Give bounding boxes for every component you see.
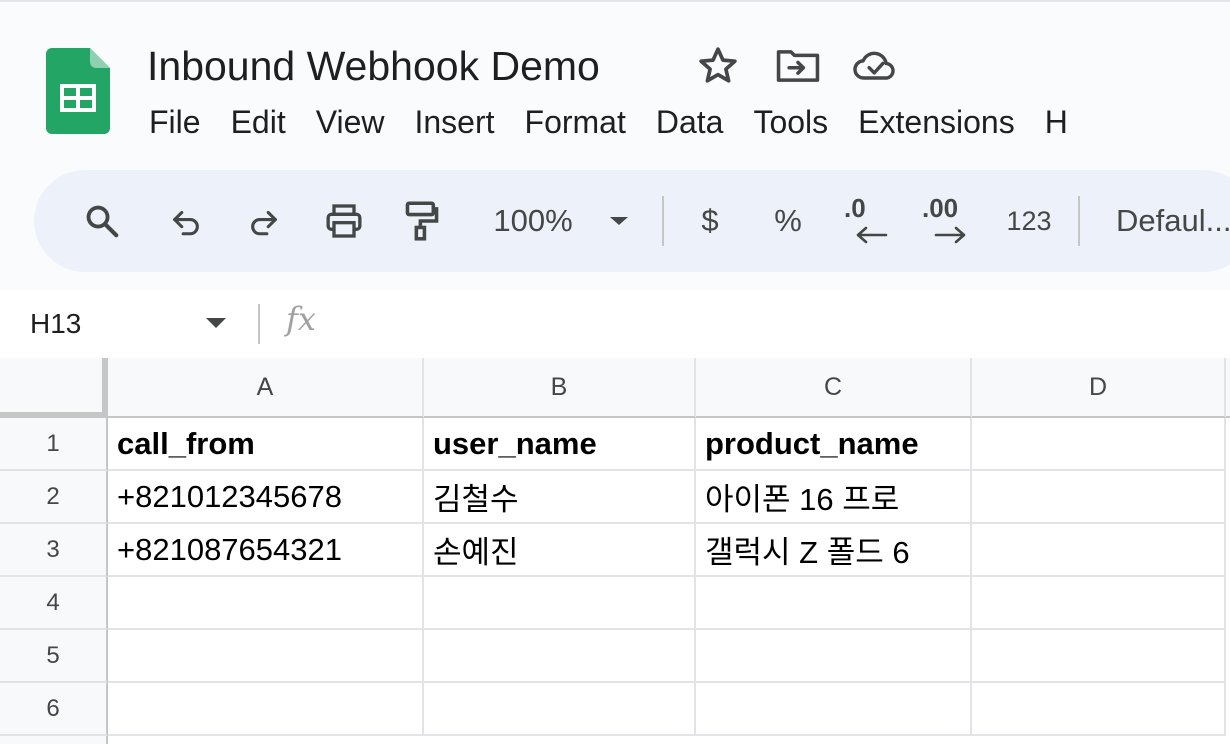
cell-d5[interactable] [972,630,1226,683]
row-header-1[interactable]: 1 [0,418,108,471]
arrow-right-icon [934,226,966,244]
menu-extensions[interactable]: Extensions [843,98,1030,146]
row-header-5[interactable]: 5 [0,630,108,683]
cell-d2[interactable] [972,471,1226,524]
currency-format-button[interactable]: $ [690,170,730,272]
cell-d4[interactable] [972,577,1226,630]
toolbar-divider [662,196,664,246]
formula-bar: H13 fx [0,290,1230,358]
cloud-saved-icon[interactable] [852,42,900,90]
cell-c5[interactable] [696,630,972,683]
menu-bar: File Edit View Insert Format Data Tools … [134,98,1083,146]
decrease-decimal-button[interactable]: .0 [840,170,892,272]
cell-a4[interactable] [108,577,424,630]
search-menus-icon[interactable] [78,170,126,272]
increase-decimal-button[interactable]: .00 [920,170,976,272]
menu-help[interactable]: H [1030,98,1083,146]
paint-format-icon[interactable] [398,170,446,272]
row-header-4[interactable]: 4 [0,577,108,630]
column-header-b[interactable]: B [424,358,696,418]
row-header-2[interactable]: 2 [0,471,108,524]
cell-b1[interactable]: user_name [424,418,696,471]
cell-c3[interactable]: 갤럭시 Z 폴드 6 [696,524,972,577]
select-all-corner[interactable] [0,358,108,418]
fx-icon: fx [286,300,316,338]
star-icon[interactable] [694,42,742,90]
cell-a6[interactable] [108,683,424,736]
cell-a1[interactable]: call_from [108,418,424,471]
undo-icon[interactable] [162,170,210,272]
cell-b2[interactable]: 김철수 [424,471,696,524]
zoom-select[interactable]: 100% [478,170,588,272]
app-header: Inbound Webhook Demo File Edit View Inse… [0,0,1230,290]
formula-divider [258,304,260,344]
cell-c1[interactable]: product_name [696,418,972,471]
move-to-folder-icon[interactable] [774,42,822,90]
menu-view[interactable]: View [301,98,400,146]
row-header-7[interactable] [0,736,108,744]
name-box-dropdown-icon[interactable] [204,316,228,335]
percent-format-button[interactable]: % [766,170,810,272]
spreadsheet-grid: A B C D 1 2 3 4 5 6 call_from user_name … [0,358,1230,744]
cell-d6[interactable] [972,683,1226,736]
cell-d1[interactable] [972,418,1226,471]
redo-icon[interactable] [240,170,288,272]
arrow-left-icon [856,226,888,244]
menu-edit[interactable]: Edit [216,98,301,146]
row-header-6[interactable]: 6 [0,683,108,736]
menu-tools[interactable]: Tools [738,98,843,146]
column-header-c[interactable]: C [696,358,972,418]
menu-file[interactable]: File [134,98,216,146]
cell-c6[interactable] [696,683,972,736]
cell-b4[interactable] [424,577,696,630]
toolbar-divider [1078,196,1080,246]
document-title[interactable]: Inbound Webhook Demo [147,40,600,92]
decrease-decimal-label: .0 [844,193,866,223]
cell-a3[interactable]: +821087654321 [108,524,424,577]
cell-c4[interactable] [696,577,972,630]
cell-a5[interactable] [108,630,424,683]
cell-d3[interactable] [972,524,1226,577]
number-format-button[interactable]: 123 [1000,170,1058,272]
column-header-a[interactable]: A [108,358,424,418]
menu-data[interactable]: Data [641,98,739,146]
menu-insert[interactable]: Insert [399,98,509,146]
font-family-select[interactable]: Defaul... [1116,170,1230,272]
increase-decimal-label: .00 [922,193,959,223]
cell-b5[interactable] [424,630,696,683]
row-header-3[interactable]: 3 [0,524,108,577]
cell-b3[interactable]: 손예진 [424,524,696,577]
column-header-e[interactable] [1226,358,1230,418]
cell-c2[interactable]: 아이폰 16 프로 [696,471,972,524]
zoom-dropdown-arrow-icon[interactable] [604,170,634,272]
cell-b6[interactable] [424,683,696,736]
menu-format[interactable]: Format [510,98,641,146]
cell-a2[interactable]: +821012345678 [108,471,424,524]
name-box[interactable]: H13 [30,302,81,346]
toolbar: 100% $ % .0 .00 123 Defaul... [34,170,1230,272]
print-icon[interactable] [320,170,368,272]
sheets-logo-icon[interactable] [46,48,110,134]
column-header-d[interactable]: D [972,358,1226,418]
